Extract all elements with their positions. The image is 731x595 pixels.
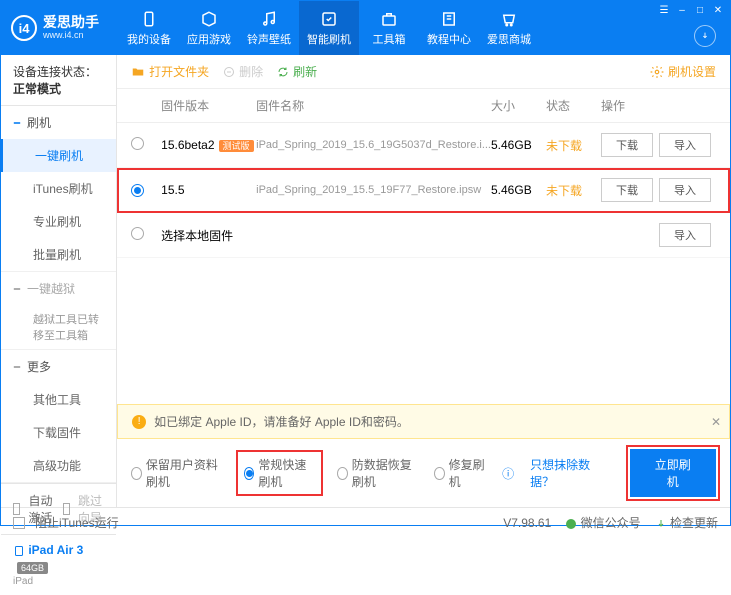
radio-icon — [131, 467, 142, 480]
collapse-icon — [13, 285, 21, 293]
check-update-link[interactable]: 检查更新 — [655, 514, 718, 531]
nav-toolbox[interactable]: 工具箱 — [359, 1, 419, 55]
sidebar-item-advanced[interactable]: 高级功能 — [1, 449, 116, 482]
nav-store[interactable]: 爱思商城 — [479, 1, 539, 55]
sidebar-item-oneclick[interactable]: 一键刷机 — [1, 139, 116, 172]
maximize-icon[interactable]: □ — [694, 5, 706, 17]
toolbox-icon — [380, 10, 398, 28]
minimize-icon[interactable]: – — [676, 5, 688, 17]
connection-status: 设备连接状态：正常模式 — [1, 55, 116, 106]
toolbar: 打开文件夹 删除 刷新 刷机设置 — [117, 55, 730, 89]
logo-icon: i4 — [11, 15, 37, 41]
beta-badge: 测试版 — [219, 140, 254, 152]
section-more[interactable]: 更多 — [1, 350, 116, 383]
table-header: 固件版本 固件名称 大小 状态 操作 — [117, 89, 730, 123]
nav-my-device[interactable]: 我的设备 — [119, 1, 179, 55]
sidebar-item-batch[interactable]: 批量刷机 — [1, 238, 116, 271]
nav-apps[interactable]: 应用游戏 — [179, 1, 239, 55]
section-jailbreak[interactable]: 一键越狱 — [1, 272, 116, 305]
radio-icon — [434, 467, 445, 480]
mode-repair[interactable]: 修复刷机 — [434, 456, 486, 490]
mode-anti-recovery[interactable]: 防数据恢复刷机 — [337, 456, 418, 490]
brand-url: www.i4.cn — [43, 31, 99, 41]
row-radio[interactable] — [131, 137, 144, 150]
storage-badge: 64GB — [17, 562, 48, 574]
wechat-icon — [565, 518, 577, 530]
delete-icon — [223, 66, 235, 78]
collapse-icon — [13, 363, 21, 371]
sidebar-item-pro[interactable]: 专业刷机 — [1, 205, 116, 238]
info-icon[interactable]: ⓘ — [502, 465, 514, 482]
close-warning-icon[interactable]: ✕ — [711, 415, 721, 429]
logo: i4 爱思助手 www.i4.cn — [11, 15, 99, 41]
close-icon[interactable]: ✕ — [712, 5, 724, 17]
folder-icon — [131, 65, 145, 79]
erase-link[interactable]: 只想抹除数据？ — [530, 456, 597, 490]
app-header: i4 爱思助手 www.i4.cn 我的设备 应用游戏 铃声壁纸 智能刷机 工具… — [1, 1, 730, 55]
nav-flash[interactable]: 智能刷机 — [299, 1, 359, 55]
import-button[interactable]: 导入 — [659, 223, 711, 247]
refresh-icon — [277, 66, 289, 78]
row-radio[interactable] — [131, 227, 144, 240]
radio-icon — [337, 467, 348, 480]
download-button[interactable]: 下载 — [601, 178, 653, 202]
flash-now-button[interactable]: 立即刷机 — [630, 449, 716, 497]
warning-icon: ! — [132, 415, 146, 429]
flash-settings-button[interactable]: 刷机设置 — [650, 63, 716, 80]
open-folder-button[interactable]: 打开文件夹 — [131, 63, 209, 80]
phone-icon — [140, 10, 158, 28]
mode-bar: 保留用户资料刷机 常规快速刷机 防数据恢复刷机 修复刷机 ⓘ 只想抹除数据？ 立… — [117, 439, 730, 507]
nav-tutorials[interactable]: 教程中心 — [419, 1, 479, 55]
import-button[interactable]: 导入 — [659, 133, 711, 157]
row-radio[interactable] — [131, 184, 144, 197]
menu-icon[interactable]: ☰ — [658, 5, 670, 17]
sidebar: 设备连接状态：正常模式 刷机 一键刷机 iTunes刷机 专业刷机 批量刷机 一… — [1, 55, 117, 507]
collapse-icon — [13, 119, 21, 127]
wechat-link[interactable]: 微信公众号 — [565, 514, 640, 531]
apps-icon — [200, 10, 218, 28]
nav-ringtones[interactable]: 铃声壁纸 — [239, 1, 299, 55]
music-icon — [260, 10, 278, 28]
section-flash[interactable]: 刷机 — [1, 106, 116, 139]
gear-icon — [650, 65, 664, 79]
local-firmware-row[interactable]: 选择本地固件 导入 — [117, 213, 730, 258]
firmware-row-selected[interactable]: 15.5 iPad_Spring_2019_15.5_19F77_Restore… — [117, 168, 730, 213]
main-nav: 我的设备 应用游戏 铃声壁纸 智能刷机 工具箱 教程中心 爱思商城 — [119, 1, 720, 55]
brand-name: 爱思助手 — [43, 15, 99, 30]
warning-bar: ! 如已绑定 Apple ID，请准备好 Apple ID和密码。 ✕ — [117, 404, 730, 439]
tablet-icon — [13, 545, 25, 557]
window-controls: ☰ – □ ✕ — [658, 5, 724, 17]
book-icon — [440, 10, 458, 28]
sidebar-item-itunes[interactable]: iTunes刷机 — [1, 172, 116, 205]
mode-keep-data[interactable]: 保留用户资料刷机 — [131, 456, 222, 490]
auto-activate-checkbox[interactable] — [13, 503, 20, 515]
update-icon — [655, 518, 667, 530]
firmware-row[interactable]: 15.6beta2测试版 iPad_Spring_2019_15.6_19G50… — [117, 123, 730, 168]
jailbreak-note: 越狱工具已转移至工具箱 — [1, 305, 116, 349]
delete-button[interactable]: 删除 — [223, 63, 263, 80]
flash-icon — [320, 10, 338, 28]
download-indicator-icon[interactable] — [694, 25, 716, 47]
device-info[interactable]: iPad Air 3 64GB iPad — [1, 534, 116, 595]
block-itunes-checkbox[interactable] — [13, 517, 25, 529]
refresh-button[interactable]: 刷新 — [277, 63, 317, 80]
cart-icon — [500, 10, 518, 28]
import-button[interactable]: 导入 — [659, 178, 711, 202]
radio-icon — [244, 467, 255, 480]
mode-quick[interactable]: 常规快速刷机 — [238, 452, 321, 494]
version-label: V7.98.61 — [503, 516, 551, 530]
sidebar-item-other[interactable]: 其他工具 — [1, 383, 116, 416]
sidebar-item-download[interactable]: 下载固件 — [1, 416, 116, 449]
download-button[interactable]: 下载 — [601, 133, 653, 157]
main-content: 打开文件夹 删除 刷新 刷机设置 固件版本 固件名称 大小 状态 操作 15.6… — [117, 55, 730, 507]
